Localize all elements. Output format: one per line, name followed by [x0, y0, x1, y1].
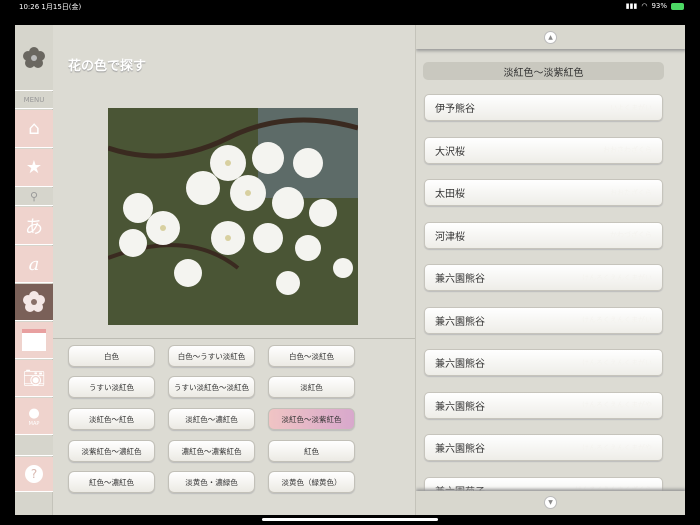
item-reading: けんろくえんくまがや [582, 401, 652, 409]
wifi-icon: ◠ [641, 2, 648, 10]
item-reading: おおさわざくら [603, 146, 652, 154]
sidebar-map[interactable]: ● MAP [15, 398, 53, 435]
list-item[interactable]: 兼六園熊谷 けんろくえんくまがや [424, 434, 663, 461]
app-window: MENU ⌂ ★ ⚲ あ a 📷︎ ● MAP ? 花の色で探す 白色 白色～うすい… [15, 25, 685, 515]
item-name: 兼六園熊谷 [435, 316, 485, 328]
signal-icon: ▮▮▮ [625, 2, 638, 10]
item-reading: けんろくえんくまがい [582, 358, 652, 367]
item-name: 大沢桜 [435, 146, 465, 158]
item-reading: おおたざくら [610, 188, 652, 197]
page-title: 花の色で探す [68, 59, 147, 74]
main-panel: 花の色で探す 白色 白色～うすい淡紅色 白色～淡紅色うすい淡紅色 うすい淡紅色～淡紅色… [53, 25, 415, 515]
item-name: 兼六園熊谷 [435, 359, 485, 370]
map-pin-icon: ● [28, 405, 40, 421]
scroll-down-button[interactable]: ▼ [544, 496, 557, 509]
help-icon: ? [25, 465, 43, 483]
alpha-icon: a [28, 253, 40, 275]
camera-icon: 📷︎ [22, 367, 46, 389]
color-button[interactable]: 淡紅色～淡紫紅色 [268, 408, 355, 430]
sidebar-spacer [15, 436, 53, 456]
item-name: 河津桜 [435, 231, 465, 243]
sidebar-home[interactable]: ⌂ [15, 110, 53, 148]
list-item[interactable]: 河津桜 かわづざくら [424, 221, 663, 249]
calendar-icon [22, 329, 46, 351]
divider [53, 338, 415, 339]
scroll-top-bar: ▲ [416, 25, 685, 49]
item-name: 兼六園熊谷 [435, 274, 485, 285]
battery-icon [671, 2, 684, 10]
scroll-bottom-bar: ▼ [416, 491, 685, 515]
sidebar-help[interactable]: ? [15, 457, 53, 492]
color-button[interactable]: うすい淡紅色～淡紅色 [168, 376, 255, 398]
item-reading: けんろくえんくまがや [582, 443, 652, 452]
status-indicators: ▮▮▮ ◠ 93% [626, 2, 684, 10]
item-reading: いよくまがい [610, 103, 652, 112]
item-name: 太田桜 [435, 189, 465, 200]
color-button[interactable]: 濃紅色～濃紫紅色 [168, 440, 255, 462]
sidebar-favorites[interactable]: ★ [15, 149, 53, 187]
color-button[interactable]: 淡紅色～濃紅色 [168, 408, 255, 430]
color-button[interactable]: 淡紅色 [268, 376, 355, 398]
list-item[interactable]: 大沢桜 おおさわざくら [424, 136, 663, 164]
color-button[interactable]: 淡黄色（緑黄色） [268, 471, 355, 493]
search-icon: ⚲ [29, 190, 39, 203]
sidebar: MENU ⌂ ★ ⚲ あ a 📷︎ ● MAP ? [15, 25, 53, 515]
sidebar-alpha[interactable]: a [15, 246, 53, 283]
flower-photo [108, 108, 358, 325]
list-item[interactable]: 兼六園熊谷 けんろくえんくまがや [424, 391, 663, 419]
list-item[interactable]: 伊予熊谷 いよくまがい [424, 94, 663, 121]
color-button[interactable]: 淡紅色～紅色 [68, 408, 155, 430]
color-button[interactable]: 白色 [68, 345, 155, 367]
result-header: 淡紅色～淡紫紅色 [423, 62, 664, 80]
item-reading: けんろくえんくまがい [582, 273, 652, 282]
home-indicator[interactable] [262, 518, 438, 521]
color-button[interactable]: 白色～うすい淡紅色 [168, 345, 255, 367]
item-reading: かわづざくら [610, 231, 652, 239]
sidebar-search[interactable]: ⚲ [15, 188, 53, 206]
menu-label: MENU [15, 92, 53, 109]
color-button[interactable]: 淡紫紅色～濃紅色 [68, 440, 155, 462]
list-item[interactable]: 兼六園熊谷 けんろくえんくまがい [424, 264, 663, 291]
sidebar-flower-color[interactable] [15, 284, 53, 321]
logo-flower-icon [15, 25, 53, 91]
color-button[interactable]: 淡黄色・濃緑色 [168, 471, 255, 493]
result-panel: ▲ 淡紅色～淡紫紅色 伊予熊谷 いよくまがい大沢桜 おおさわざくら太田桜 おおたざくら… [415, 25, 685, 515]
kana-icon: あ [25, 216, 43, 238]
sidebar-photo[interactable]: 📷︎ [15, 360, 53, 397]
sidebar-kana[interactable]: あ [15, 207, 53, 245]
star-icon: ★ [25, 157, 43, 178]
status-time: 10:26 1月15日(金) [19, 3, 82, 11]
flower-icon [23, 291, 45, 312]
item-name: 伊予熊谷 [435, 104, 475, 115]
list-item[interactable]: 太田桜 おおたざくら [424, 179, 663, 206]
item-name: 兼六園熊谷 [435, 401, 485, 413]
scroll-up-button[interactable]: ▲ [544, 31, 557, 44]
item-reading: けんろくえんくまがい [582, 316, 652, 324]
list-item[interactable]: 兼六園熊谷 けんろくえんくまがい [424, 349, 663, 376]
list-item[interactable]: 兼六園熊谷 けんろくえんくまがい [424, 306, 663, 334]
color-button[interactable]: うすい淡紅色 [68, 376, 155, 398]
color-button[interactable]: 紅色～濃紅色 [68, 471, 155, 493]
home-icon: ⌂ [28, 118, 40, 139]
color-button[interactable]: 白色～淡紅色 [268, 345, 355, 367]
sidebar-calendar[interactable] [15, 322, 53, 359]
color-button[interactable]: 紅色 [268, 440, 355, 462]
item-name: 兼六園熊谷 [435, 444, 485, 455]
